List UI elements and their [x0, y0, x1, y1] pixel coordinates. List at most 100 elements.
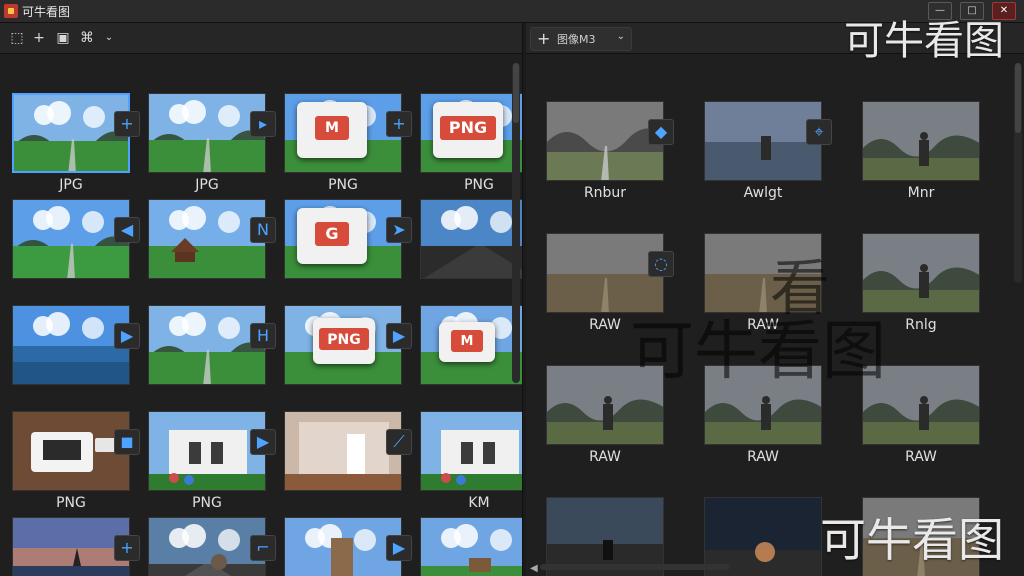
left-thumbnail[interactable]: ◀ — [12, 199, 140, 279]
thumbnail-action-icon[interactable]: H — [250, 323, 276, 349]
thumbnail-image[interactable] — [284, 411, 402, 491]
left-thumbnail-grid: + JPG ▸ JPG M + PNG PNG PNG ◀ N G ➤ ▶ H PNG ▶ M ◼ PNG ▶ PNG ⟋ K… — [0, 53, 522, 576]
thumbnail-action-icon[interactable]: ▸ — [250, 111, 276, 137]
left-thumbnail[interactable]: KM — [420, 411, 522, 511]
thumbnail-image[interactable] — [148, 305, 266, 385]
thumbnail-image[interactable]: PNG — [420, 93, 522, 173]
thumbnail-action-icon[interactable]: + — [386, 111, 412, 137]
left-thumbnail[interactable]: ▶ — [284, 517, 412, 576]
app-logo-icon: M — [439, 322, 495, 362]
left-thumbnail[interactable]: M — [420, 305, 522, 385]
thumbnail-image[interactable] — [12, 93, 130, 173]
thumbnail-action-icon[interactable]: ⌐ — [250, 535, 276, 561]
chevron-down-icon[interactable]: ⌄ — [100, 29, 118, 47]
thumbnail-image[interactable]: M — [284, 93, 402, 173]
add-tab-icon[interactable]: + — [537, 29, 550, 49]
left-thumbnail[interactable]: RW — [420, 517, 522, 576]
png-document-icon: PNG — [313, 318, 375, 364]
chevron-down-icon[interactable]: ⌄ — [617, 31, 625, 42]
thumbnail-image[interactable] — [12, 199, 130, 279]
horizontal-scrollbar[interactable] — [540, 564, 730, 570]
thumbnail-action-icon[interactable]: ▶ — [114, 323, 140, 349]
thumbnail-image[interactable] — [12, 517, 130, 576]
window-title: 可牛看图 — [22, 5, 71, 19]
right-scrollbar-thumb[interactable] — [1015, 63, 1021, 133]
thumbnail-label: RAW — [747, 449, 779, 465]
right-thumbnail[interactable]: Mnr — [862, 101, 980, 201]
thumbnail-label: JPG — [59, 177, 83, 193]
left-thumbnail[interactable]: ◼ PNG — [12, 411, 140, 511]
thumbnail-action-icon[interactable]: ◆ — [648, 119, 674, 145]
right-scrollbar[interactable] — [1014, 63, 1022, 283]
thumbnail-image[interactable] — [148, 199, 266, 279]
left-thumbnail[interactable]: ⌐ — [148, 517, 276, 576]
thumbnail-image[interactable] — [148, 517, 266, 576]
grid-icon[interactable]: ⬚ — [8, 29, 26, 47]
thumbnail-image[interactable] — [704, 101, 822, 181]
thumbnail-label: PNG — [56, 495, 86, 511]
thumbnail-action-icon[interactable]: + — [114, 535, 140, 561]
left-thumbnail[interactable]: ⟋ — [284, 411, 412, 491]
thumbnail-image[interactable] — [148, 93, 266, 173]
left-thumbnail[interactable] — [420, 199, 522, 279]
left-thumbnail[interactable]: PNG ▶ — [284, 305, 412, 385]
thumbnail-image[interactable] — [546, 101, 664, 181]
thumbnail-image[interactable]: G — [284, 199, 402, 279]
thumbnail-image[interactable] — [148, 411, 266, 491]
thumbnail-image[interactable] — [12, 305, 130, 385]
thumbnail-action-icon[interactable]: ◀ — [114, 217, 140, 243]
thumbnail-label: JPG — [195, 177, 219, 193]
thumbnail-action-icon[interactable]: ◼ — [114, 429, 140, 455]
thumbnail-image[interactable] — [284, 517, 402, 576]
thumbnail-action-icon[interactable]: ▶ — [250, 429, 276, 455]
left-thumbnail[interactable]: ▶ — [12, 305, 140, 385]
thumbnail-action-icon[interactable]: ▶ — [386, 323, 412, 349]
left-panel: ⬚ + ▣ ⌘ ⌄ + JPG ▸ JPG M + PNG PNG PNG ◀ N G ➤ ▶ H PNG ▶ M… — [0, 23, 523, 576]
link-icon[interactable]: ⌘ — [78, 29, 96, 47]
thumbnail-label: Awlgt — [743, 185, 783, 201]
left-thumbnail[interactable]: + — [12, 517, 140, 576]
thumbnail-action-icon[interactable]: N — [250, 217, 276, 243]
thumbnail-label: Mnr — [907, 185, 935, 201]
thumbnail-label: KM — [468, 495, 490, 511]
thumbnail-label: RAW — [589, 449, 621, 465]
add-icon[interactable]: + — [30, 29, 48, 47]
tab-label: 图像M3 — [557, 33, 596, 46]
thumbnail-action-icon[interactable]: ◌ — [648, 251, 674, 277]
left-thumbnail[interactable]: M + PNG — [284, 93, 412, 193]
g-document-icon: G — [297, 208, 367, 264]
thumbnail-action-icon[interactable]: + — [114, 111, 140, 137]
thumbnail-image[interactable]: PNG — [284, 305, 402, 385]
right-thumbnail[interactable]: ◆ Rnbur — [546, 101, 674, 201]
left-thumbnail[interactable]: PNG PNG — [420, 93, 522, 193]
thumbnail-image[interactable] — [420, 411, 522, 491]
scroll-left-icon[interactable]: ◀ — [530, 563, 538, 574]
left-thumbnail[interactable]: + JPG — [12, 93, 140, 193]
app-logo — [4, 4, 18, 18]
thumbnail-action-icon[interactable]: ➤ — [386, 217, 412, 243]
watermark-top: 可牛看图 — [844, 18, 1004, 64]
left-thumbnail[interactable]: ▶ PNG — [148, 411, 276, 511]
tab-images[interactable]: + 图像M3 ⌄ — [530, 27, 632, 51]
thumbnail-action-icon[interactable]: ⌖ — [806, 119, 832, 145]
right-thumbnail[interactable]: ⌖ Awlgt — [704, 101, 832, 201]
left-thumbnail[interactable]: N — [148, 199, 276, 279]
left-scrollbar-thumb[interactable] — [513, 63, 519, 123]
left-thumbnail[interactable]: H — [148, 305, 276, 385]
image-icon[interactable]: ▣ — [54, 29, 72, 47]
thumbnail-image[interactable] — [862, 101, 980, 181]
thumbnail-image[interactable] — [12, 411, 130, 491]
thumbnail-image[interactable] — [420, 199, 522, 279]
thumbnail-action-icon[interactable]: ▶ — [386, 535, 412, 561]
left-toolbar: ⬚ + ▣ ⌘ ⌄ — [0, 23, 522, 54]
thumbnail-label: PNG — [192, 495, 222, 511]
watermark-center: 可牛看图 — [630, 315, 886, 389]
thumbnail-label: Rnbur — [583, 185, 627, 201]
left-thumbnail[interactable]: G ➤ — [284, 199, 412, 279]
left-scrollbar[interactable] — [512, 63, 520, 383]
thumbnail-action-icon[interactable]: ⟋ — [386, 429, 412, 455]
left-thumbnail[interactable]: ▸ JPG — [148, 93, 276, 193]
png-document-icon: PNG — [433, 102, 503, 158]
thumbnail-image[interactable] — [420, 517, 522, 576]
thumbnail-image[interactable]: M — [420, 305, 522, 385]
